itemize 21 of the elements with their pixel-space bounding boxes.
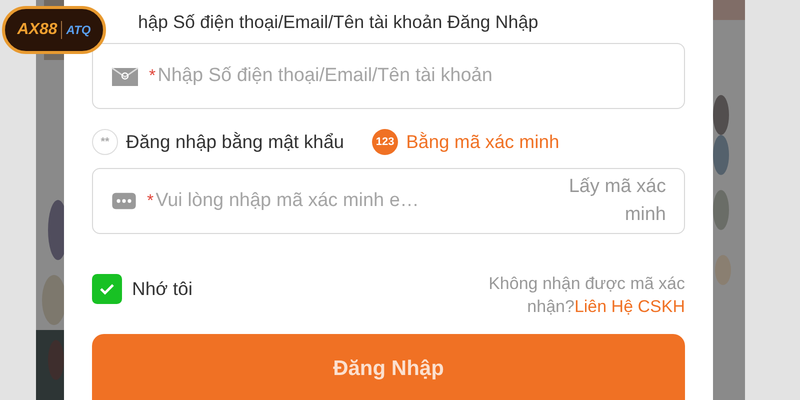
field-label: hập Số điện thoại/Email/Tên tài khoản Đăng Nhập — [137, 11, 540, 31]
login-mode-option[interactable]: ** Đăng nhập bằng mật khẩu — [92, 129, 344, 155]
account-field[interactable]: *Nhập Số điện thoại/Email/Tên tài khoản — [92, 43, 685, 109]
partner-logo-text: ATQ — [66, 23, 91, 37]
login-mode-label: Đăng nhập bằng mật khẩu — [126, 131, 344, 153]
login-mode-option[interactable]: 123 Bằng mã xác minh — [372, 129, 560, 155]
option-badge-icon: 123 — [372, 129, 398, 155]
envelope-icon — [111, 65, 139, 87]
login-button[interactable]: Đăng Nhập — [92, 334, 685, 400]
contact-link[interactable]: Liên Hệ CSKH — [574, 297, 685, 316]
help-text: Không nhận được mã xác nhận?Liên Hệ CSKH — [488, 273, 685, 318]
checkbox[interactable] — [92, 274, 122, 304]
required-mark: * — [149, 66, 156, 86]
option-badge-icon: ** — [92, 129, 118, 155]
code-field[interactable]: *Vui lòng nhập mã xác minh e… Lấy mã xác minh — [92, 168, 685, 234]
required-mark: * — [147, 191, 154, 211]
login-mode-label: Bằng mã xác minh — [406, 131, 560, 153]
message-icon — [111, 191, 137, 211]
brand-logo-text: AX88 — [17, 21, 58, 39]
remember-label: Nhớ tôi — [132, 278, 192, 300]
get-code-button[interactable]: Lấy mã xác minh — [536, 173, 666, 229]
